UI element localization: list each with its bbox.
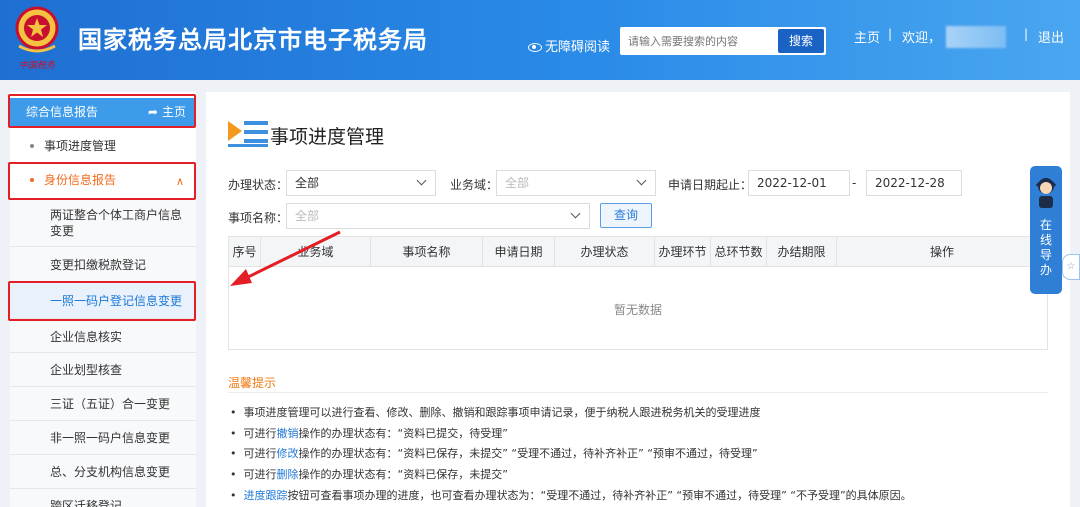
tips-divider xyxy=(228,392,1048,393)
tip-text: 操作的办理状态有：“资料已提交，待受理” xyxy=(298,427,508,440)
list-play-icon xyxy=(228,121,268,147)
nav-welcome-text: 欢迎， xyxy=(902,31,942,46)
date-range-label: 申请日期起止： xyxy=(668,178,753,192)
tip-text: 操作的办理状态有：“资料已保存，未提交” “受理不通过，待补齐补正” “预审不通… xyxy=(298,447,758,460)
customer-service-icon xyxy=(1035,178,1057,208)
col-header: 办理环节 xyxy=(655,237,711,267)
nav-home-link[interactable]: 主页 xyxy=(854,27,880,46)
top-header: 中国税务 国家税务总局北京市电子税务局 无障碍阅读 搜索 主页 | 欢迎， | … xyxy=(0,0,1080,80)
logout-link[interactable]: 退出 xyxy=(1038,27,1064,46)
sidebar-item-progress[interactable]: 事项进度管理 xyxy=(10,138,196,154)
search-button[interactable]: 搜索 xyxy=(778,29,824,53)
item-name-label: 事项名称： xyxy=(228,211,289,225)
sidebar-item-withholding[interactable]: 变更扣缴税款登记 xyxy=(10,246,196,282)
domain-placeholder: 全部 xyxy=(505,176,530,190)
search-input[interactable] xyxy=(620,27,778,55)
page-title: 事项进度管理 xyxy=(270,126,385,148)
guide-char: 在 xyxy=(1039,218,1052,232)
date-separator: - xyxy=(852,176,857,190)
eye-icon xyxy=(528,43,542,52)
tip-text: 按钮可查看事项办理的进度，也可查看办理状态为：“受理不通过，待补齐补正” “预审… xyxy=(287,489,912,502)
item-name-placeholder: 全部 xyxy=(295,209,320,223)
col-header: 事项名称 xyxy=(371,237,483,267)
domain-label: 业务域： xyxy=(450,178,499,192)
status-value: 全部 xyxy=(295,176,320,190)
chevron-down-icon xyxy=(636,175,647,186)
tip-line: 可进行删除操作的办理状态有：“资料已保存，未提交” xyxy=(230,466,508,482)
nav-separator: | xyxy=(888,27,893,41)
col-header: 操作 xyxy=(929,245,954,259)
domain-select[interactable]: 全部 xyxy=(496,170,656,196)
col-header: 办结期限 xyxy=(767,237,837,267)
col-header: 序号 xyxy=(229,237,261,267)
sidebar-item-two-cert[interactable]: 两证整合个体工商户信息变更 xyxy=(10,198,196,246)
tip-link-revoke[interactable]: 撤销 xyxy=(277,427,299,440)
guide-char: 办 xyxy=(1039,263,1052,277)
main-panel: 事项进度管理 办理状态： 全部 业务域： 全部 申请日期起止： 2022-12-… xyxy=(206,92,1070,507)
empty-state-text: 暂无数据 xyxy=(613,303,662,317)
tax-emblem-logo[interactable]: 中国税务 xyxy=(10,4,64,72)
nav-separator: | xyxy=(1024,27,1029,41)
sidebar-item-non-one-license[interactable]: 非一照一码户信息变更 xyxy=(10,420,196,454)
date-from-input[interactable]: 2022-12-01 xyxy=(748,170,850,196)
tip-text: 操作的办理状态有：“资料已保存，未提交” xyxy=(298,468,508,481)
annotation-box xyxy=(8,281,196,321)
progress-table: 序号 业务域 事项名称 申请日期 办理状态 办理环节 总环节数 办结期限 操作 … xyxy=(228,236,1048,350)
online-guide-button[interactable]: 在 线 导 办 xyxy=(1030,166,1062,294)
tip-link-modify[interactable]: 修改 xyxy=(277,447,299,460)
query-button[interactable]: 查询 xyxy=(600,203,652,228)
status-select[interactable]: 全部 xyxy=(286,170,436,196)
tip-line: 可进行撤销操作的办理状态有：“资料已提交，待受理” xyxy=(230,425,508,441)
tip-link-track[interactable]: 进度跟踪 xyxy=(244,489,288,502)
status-label: 办理状态： xyxy=(228,178,289,192)
tip-text: 事项进度管理可以进行查看、修改、删除、撤销和跟踪事项申请记录，便于纳税人跟进税务… xyxy=(243,406,761,419)
site-title: 国家税务总局北京市电子税务局 xyxy=(78,26,428,54)
col-header: 申请日期 xyxy=(483,237,555,267)
chevron-down-icon xyxy=(570,208,581,219)
table-header: 序号 业务域 事项名称 申请日期 办理状态 办理环节 总环节数 办结期限 操作 xyxy=(229,237,1047,267)
online-guide-label: 在 线 导 办 xyxy=(1030,218,1062,278)
accessibility-link[interactable]: 无障碍阅读 xyxy=(528,36,610,55)
sidebar-item-three-cert[interactable]: 三证（五证）合一变更 xyxy=(10,386,196,420)
user-name-blurred xyxy=(946,26,1006,48)
annotation-box xyxy=(8,162,196,200)
tips-title: 温馨提示 xyxy=(228,376,277,390)
tip-line: 可进行修改操作的办理状态有：“资料已保存，未提交” “受理不通过，待补齐补正” … xyxy=(230,445,758,461)
guide-char: 线 xyxy=(1039,233,1052,247)
tip-line: 进度跟踪按钮可查看事项办理的进度，也可查看办理状态为：“受理不通过，待补齐补正”… xyxy=(230,487,912,503)
sidebar-item-branch[interactable]: 总、分支机构信息变更 xyxy=(10,454,196,488)
sidebar-item-classify[interactable]: 企业划型核查 xyxy=(10,352,196,386)
tip-text: 可进行 xyxy=(243,447,277,460)
chevron-down-icon xyxy=(416,175,427,186)
annotation-box xyxy=(8,94,196,128)
item-name-select[interactable]: 全部 xyxy=(286,203,590,229)
search-star-icon[interactable]: ☆ xyxy=(1062,254,1080,280)
tip-line: 事项进度管理可以进行查看、修改、删除、撤销和跟踪事项申请记录，便于纳税人跟进税务… xyxy=(230,404,761,420)
accessibility-label: 无障碍阅读 xyxy=(545,40,611,55)
tip-text: 可进行 xyxy=(243,427,277,440)
tip-link-delete[interactable]: 删除 xyxy=(277,468,299,481)
col-header: 总环节数 xyxy=(711,237,767,267)
col-header: 办理状态 xyxy=(555,237,655,267)
sidebar-item-migration[interactable]: 跨区迁移登记 xyxy=(10,488,196,507)
guide-char: 导 xyxy=(1039,248,1052,262)
date-to-input[interactable]: 2022-12-28 xyxy=(866,170,962,196)
sidebar-item-verify[interactable]: 企业信息核实 xyxy=(10,318,196,352)
tip-text: 可进行 xyxy=(243,468,277,481)
col-header: 业务域 xyxy=(261,237,371,267)
svg-text:中国税务: 中国税务 xyxy=(19,60,56,71)
